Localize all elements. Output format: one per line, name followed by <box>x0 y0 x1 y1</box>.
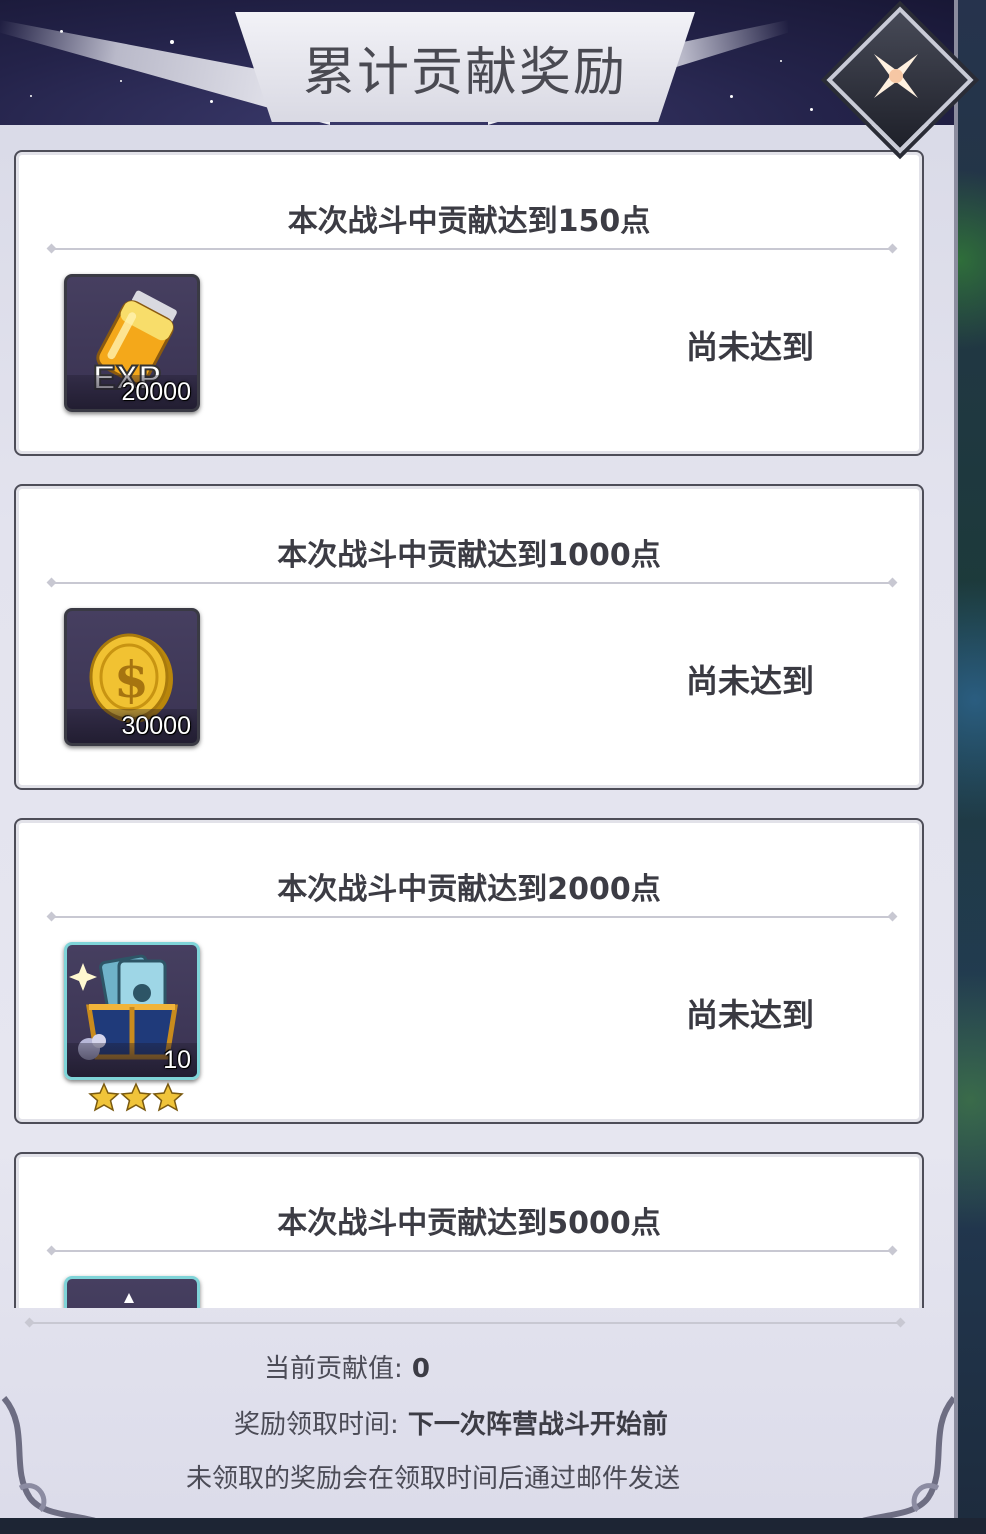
divider <box>52 1250 892 1252</box>
reward-card: 本次战斗中贡献达到2000点 10 尚未达到 <box>14 818 924 1124</box>
star-icon <box>152 1082 184 1112</box>
item-quantity: 20000 <box>121 378 191 406</box>
reward-status: 尚未达到 <box>686 662 815 700</box>
reward-card: 本次战斗中贡献达到150点 EXP 20000 尚未达到 <box>14 150 924 456</box>
reward-status: 尚未达到 <box>686 328 815 366</box>
reward-item-gold[interactable]: $ 30000 <box>64 608 200 746</box>
corner-ornament-right <box>862 1396 954 1518</box>
dialog-title: 累计贡献奖励 <box>302 43 627 103</box>
dialog-footer: 当前贡献值: 0 奖励领取时间: 下一次阵营战斗开始前 未领取的奖励会在领取时间… <box>0 1308 954 1518</box>
reward-item-exp[interactable]: EXP 20000 <box>64 274 200 412</box>
reward-status: 尚未达到 <box>686 996 815 1034</box>
item-quantity: 10 <box>163 1046 191 1074</box>
bottom-edge <box>0 1518 986 1534</box>
divider <box>30 1322 900 1324</box>
reward-requirement: 本次战斗中贡献达到1000点 <box>277 538 661 573</box>
claim-time: 奖励领取时间: 下一次阵营战斗开始前 <box>234 1410 668 1440</box>
mail-notice: 未领取的奖励会在领取时间后通过邮件发送 <box>186 1464 681 1494</box>
reward-requirement: 本次战斗中贡献达到5000点 <box>277 1206 661 1241</box>
close-button[interactable] <box>826 6 974 154</box>
reward-list[interactable]: 本次战斗中贡献达到150点 EXP 20000 尚未达到 本次战 <box>0 140 954 1308</box>
divider <box>52 248 892 250</box>
reward-dialog: 累计贡献奖励 本次战斗中贡献达到150点 EXP 20000 <box>0 0 958 1518</box>
star-icon <box>88 1082 120 1112</box>
reward-requirement: 本次战斗中贡献达到150点 <box>287 204 651 239</box>
svg-text:$: $ <box>114 650 149 709</box>
rarity-stars <box>88 1082 184 1112</box>
divider <box>52 916 892 918</box>
reward-requirement: 本次战斗中贡献达到2000点 <box>277 872 661 907</box>
reward-item-card-chest[interactable] <box>64 1276 200 1308</box>
card-chest-icon <box>124 1293 134 1303</box>
reward-card: 本次战斗中贡献达到1000点 $ 30000 尚未达到 <box>14 484 924 790</box>
current-contribution: 当前贡献值: 0 <box>264 1354 430 1384</box>
close-x-icon <box>874 54 918 98</box>
corner-ornament-left <box>1 1396 96 1518</box>
divider <box>52 582 892 584</box>
star-icon <box>120 1082 152 1112</box>
item-quantity: 30000 <box>121 712 191 740</box>
reward-card: 本次战斗中贡献达到5000点 <box>14 1152 924 1308</box>
reward-item-card-chest[interactable]: 10 <box>64 942 200 1080</box>
dialog-header: 累计贡献奖励 <box>0 0 954 125</box>
